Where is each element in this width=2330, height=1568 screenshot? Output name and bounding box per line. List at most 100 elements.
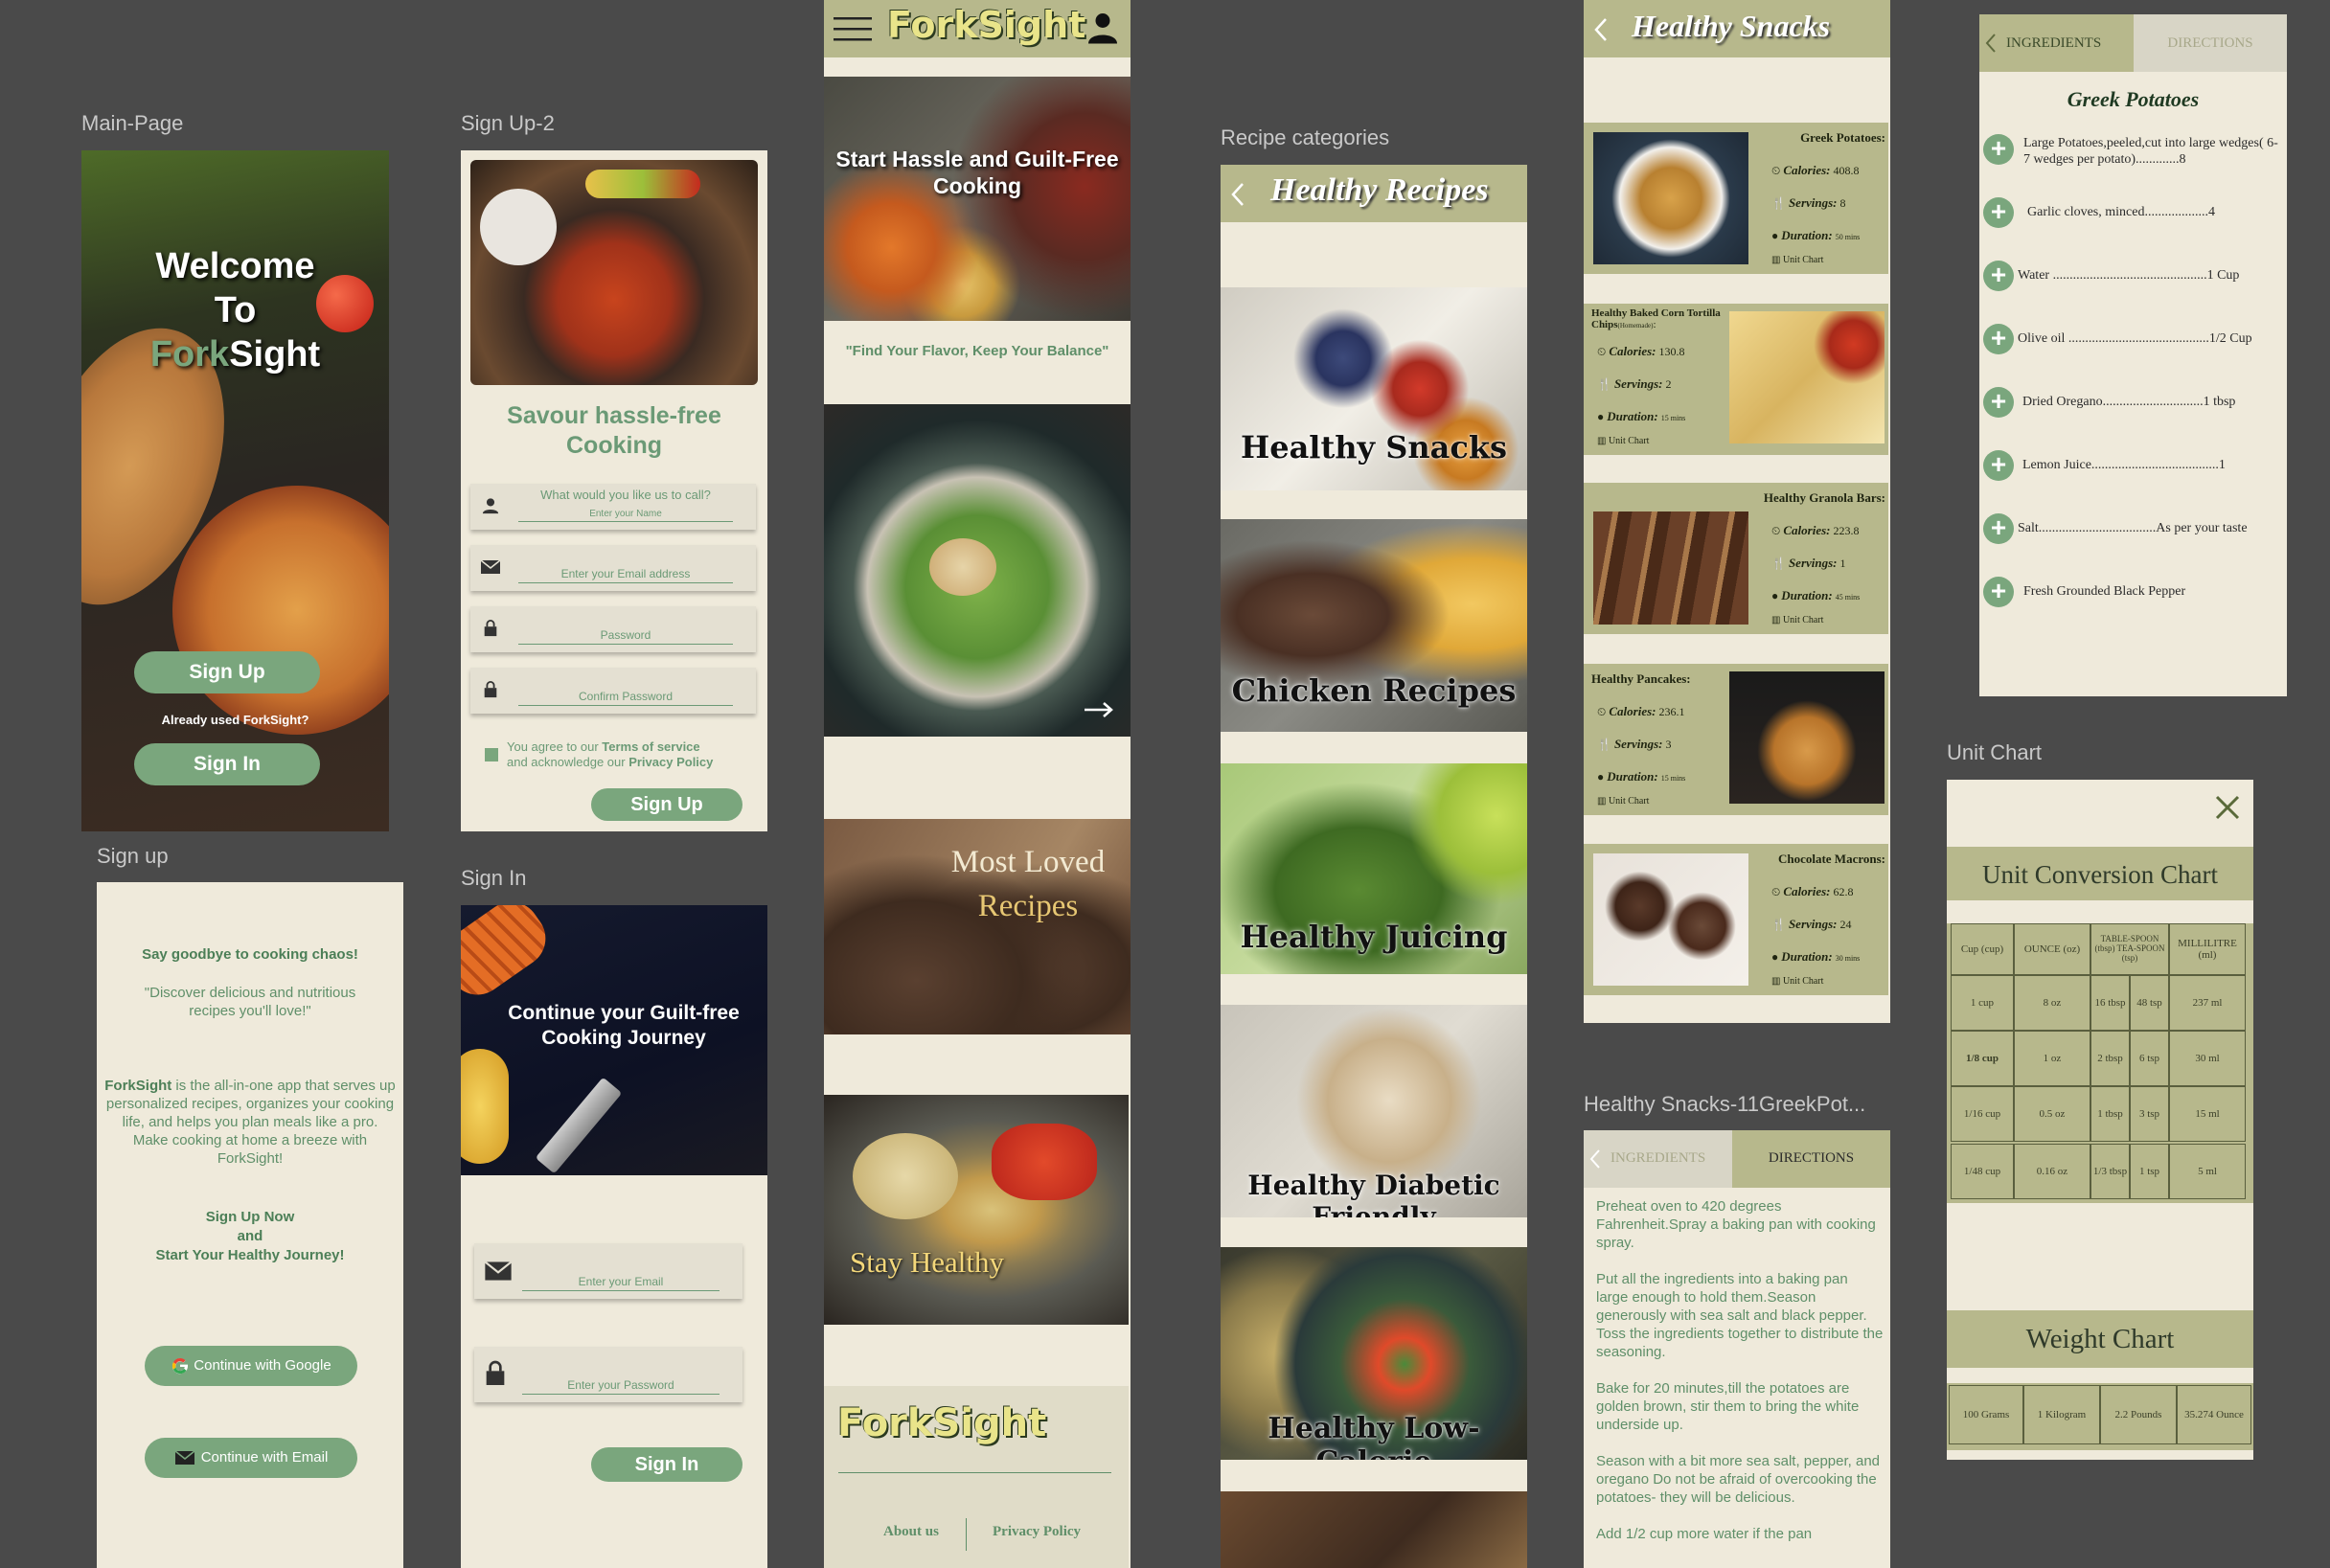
category-next-partial[interactable] [1221,1491,1527,1568]
sign-in-hero-image: Continue your Guilt-free Cooking Journey [461,905,767,1175]
table-cell: 1/3 tbsp [2090,1144,2130,1199]
calories-row: ⏲ Calories: 408.8 [1771,163,1860,177]
add-ingredient-button[interactable]: + [1983,450,2014,481]
add-ingredient-button[interactable]: + [1983,134,2014,165]
welcome-heading: Welcome To ForkSight [149,246,321,375]
email-field[interactable]: Enter your Email address [470,545,756,591]
tortilla-chips-image [1729,311,1885,443]
ingredient-item: Water ..................................… [2018,268,2240,283]
name-label: What would you like us to call? [540,488,711,502]
unit-chart-link[interactable]: ▥ Unit Chart [1597,436,1649,446]
category-low-calorie[interactable]: Healthy Low-Calorie [1221,1247,1527,1460]
sign-up-2-screen: Savour hassle-free Cooking What would yo… [461,150,767,831]
sign-in-button[interactable]: Sign In [134,743,320,785]
directions-text: Preheat oven to 420 degrees Fahrenheit.S… [1596,1198,1884,1542]
category-title: Healthy Juicing [1240,919,1508,955]
cooking-pan-image [470,160,758,385]
table-cell: 8 oz [2014,975,2090,1031]
ingredients-screen: INGREDIENTS DIRECTIONS Greek Potatoes + … [1979,14,2287,696]
tab-ingredients[interactable]: INGREDIENTS [1584,1130,1732,1188]
frame-label-recipe-categories: Recipe categories [1221,125,1390,149]
category-diabetic-friendly[interactable]: Healthy Diabetic Friendly [1221,1005,1527,1217]
table-cell: 48 tsp [2130,975,2169,1031]
back-arrow-icon[interactable] [1230,182,1245,207]
snack-card-pancakes[interactable]: Healthy Pancakes: ⏲ Calories: 236.1 🍴 Se… [1584,664,1888,815]
ingredient-item: Olive oil ..............................… [2018,331,2252,346]
sign-up-screen: Say goodbye to cooking chaos! "Discover … [97,882,403,1568]
lock-icon [484,620,497,637]
password-placeholder: Password [518,628,733,645]
back-arrow-icon[interactable] [1985,33,1997,54]
snack-card-chocolate-macrons[interactable]: Chocolate Macrons: ⏲ Calories: 62.8 🍴 Se… [1584,844,1888,995]
agree-checkbox[interactable] [485,748,498,761]
duration-row: ● Duration: 50 mins [1771,228,1861,242]
table-cell: 0.16 oz [2014,1144,2090,1199]
user-icon[interactable] [1088,11,1117,44]
menu-icon[interactable] [834,15,872,42]
sign-up-button[interactable]: Sign Up [134,651,320,693]
continue-email-button[interactable]: Continue with Email [145,1438,357,1478]
cookies-image: Most Loved Recipes [824,819,1131,1034]
hero-text: Start Hassle and Guilt-Free Cooking [835,147,1119,198]
table-cell: 5 ml [2169,1144,2246,1199]
hero-image: Start Hassle and Guilt-Free Cooking [824,77,1131,321]
unit-chart-link[interactable]: ▥ Unit Chart [1597,796,1649,807]
servings-row: 🍴 Servings: 2 [1597,376,1672,391]
privacy-link[interactable]: Privacy Policy [628,755,713,769]
table-cell: 1 oz [2014,1031,2090,1086]
snack-card-greek-potatoes[interactable]: Greek Potatoes: ⏲ Calories: 408.8 🍴 Serv… [1584,123,1888,274]
sign-up-submit-button[interactable]: Sign Up [591,788,742,821]
sign-in-email-field[interactable]: Enter your Email [474,1243,742,1299]
tab-ingredients[interactable]: INGREDIENTS [1979,14,2134,72]
discover-quote: "Discover delicious and nutritious recip… [144,985,356,1019]
name-field[interactable]: What would you like us to call? Enter yo… [470,484,756,530]
unit-chart-link[interactable]: ▥ Unit Chart [1771,255,1823,265]
arrow-right-icon[interactable] [1083,701,1115,718]
table-cell: 15 ml [2169,1086,2246,1142]
confirm-password-placeholder: Confirm Password [518,690,733,706]
sign-in-screen: Continue your Guilt-free Cooking Journey… [461,905,767,1568]
terms-link[interactable]: Terms of service [602,739,699,754]
sign-in-password-field[interactable]: Enter your Password [474,1347,742,1402]
about-us-link[interactable]: About us [883,1524,939,1540]
snack-card-tortilla-chips[interactable]: Healthy Baked Corn Tortilla Chips(Homema… [1584,304,1888,455]
ingredient-item: Lemon Juice.............................… [2022,458,2226,472]
sign-in-submit-button[interactable]: Sign In [591,1447,742,1482]
plate-image [480,189,557,265]
category-healthy-juicing[interactable]: Healthy Juicing [1221,763,1527,974]
weight-chart-header: Weight Chart [1947,1310,2253,1368]
add-ingredient-button[interactable]: + [1983,197,2014,228]
table-cell: 1 Kilogram [2023,1385,2100,1444]
weight-chart-table: 100 Grams 1 Kilogram 2.2 Pounds 35.274 O… [1947,1383,2253,1450]
google-icon [172,1358,189,1375]
add-ingredient-button[interactable]: + [1983,387,2014,418]
category-healthy-snacks[interactable]: Healthy Snacks [1221,287,1527,490]
snack-card-granola-bars[interactable]: Healthy Granola Bars: ⏲ Calories: 223.8 … [1584,483,1888,634]
footer-divider [838,1472,1111,1473]
add-ingredient-button[interactable]: + [1983,513,2014,544]
tab-directions[interactable]: DIRECTIONS [2134,14,2287,72]
back-arrow-icon[interactable] [1593,17,1609,42]
back-arrow-icon[interactable] [1589,1148,1601,1170]
add-ingredient-button[interactable]: + [1983,261,2014,291]
envelope-icon [480,559,501,574]
envelope-icon [174,1450,195,1466]
table-cell: 1/48 cup [1951,1144,2014,1199]
category-chicken-recipes[interactable]: Chicken Recipes [1221,519,1527,732]
lock-icon [484,681,497,698]
unit-conversion-header: Unit Conversion Chart [1947,847,2253,900]
unit-chart-link[interactable]: ▥ Unit Chart [1771,976,1823,987]
privacy-policy-link[interactable]: Privacy Policy [993,1524,1081,1540]
continue-google-button[interactable]: Continue with Google [145,1346,357,1386]
password-field[interactable]: Password [470,606,756,652]
add-ingredient-button[interactable]: + [1983,324,2014,354]
table-cell: 1/8 cup [1951,1031,2014,1086]
unit-chart-link[interactable]: ▥ Unit Chart [1771,615,1823,625]
footer-separator [966,1518,967,1551]
confirm-password-field[interactable]: Confirm Password [470,668,756,714]
sign-in-hero-text: Continue your Guilt-free Cooking Journey [508,1002,740,1049]
close-icon[interactable] [2213,793,2242,822]
add-ingredient-button[interactable]: + [1983,577,2014,607]
tab-directions[interactable]: DIRECTIONS [1732,1130,1890,1188]
ingredient-item: Garlic cloves, minced...................… [2027,205,2215,219]
